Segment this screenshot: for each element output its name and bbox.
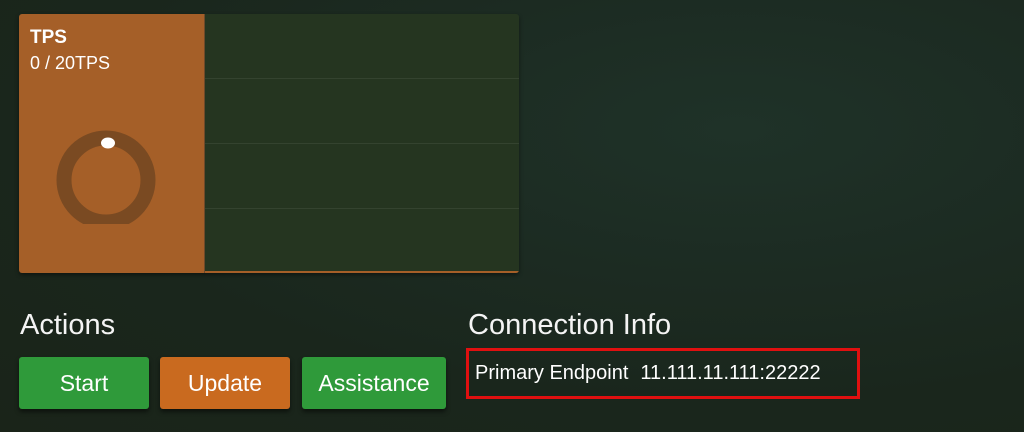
chart-grid-line (205, 208, 519, 209)
assistance-button-label: Assistance (318, 369, 430, 396)
tps-gauge-ring (56, 130, 156, 224)
tps-gauge-indicator (101, 137, 115, 149)
primary-endpoint-row: Primary Endpoint 11.111.11.111:22222 (466, 348, 860, 399)
assistance-button[interactable]: Assistance (302, 357, 446, 409)
chart-grid-line (205, 143, 519, 144)
tps-panel: TPS 0 / 20TPS (19, 14, 205, 273)
tps-value: 0 / 20TPS (30, 53, 111, 73)
tps-chart-area (205, 14, 519, 273)
primary-endpoint-value: 11.111.11.111:22222 (640, 362, 821, 384)
start-button[interactable]: Start (19, 357, 149, 409)
chart-baseline (205, 271, 519, 273)
primary-endpoint-label: Primary Endpoint (475, 362, 629, 384)
connection-info-title: Connection Info (468, 309, 672, 341)
tps-card: TPS 0 / 20TPS (19, 14, 519, 273)
tps-gauge (56, 130, 156, 224)
update-button[interactable]: Update (160, 357, 290, 409)
chart-grid-line (205, 78, 519, 79)
actions-title: Actions (20, 309, 116, 341)
tps-title: TPS (30, 27, 67, 48)
update-button-label: Update (187, 369, 263, 396)
start-button-label: Start (59, 369, 109, 396)
